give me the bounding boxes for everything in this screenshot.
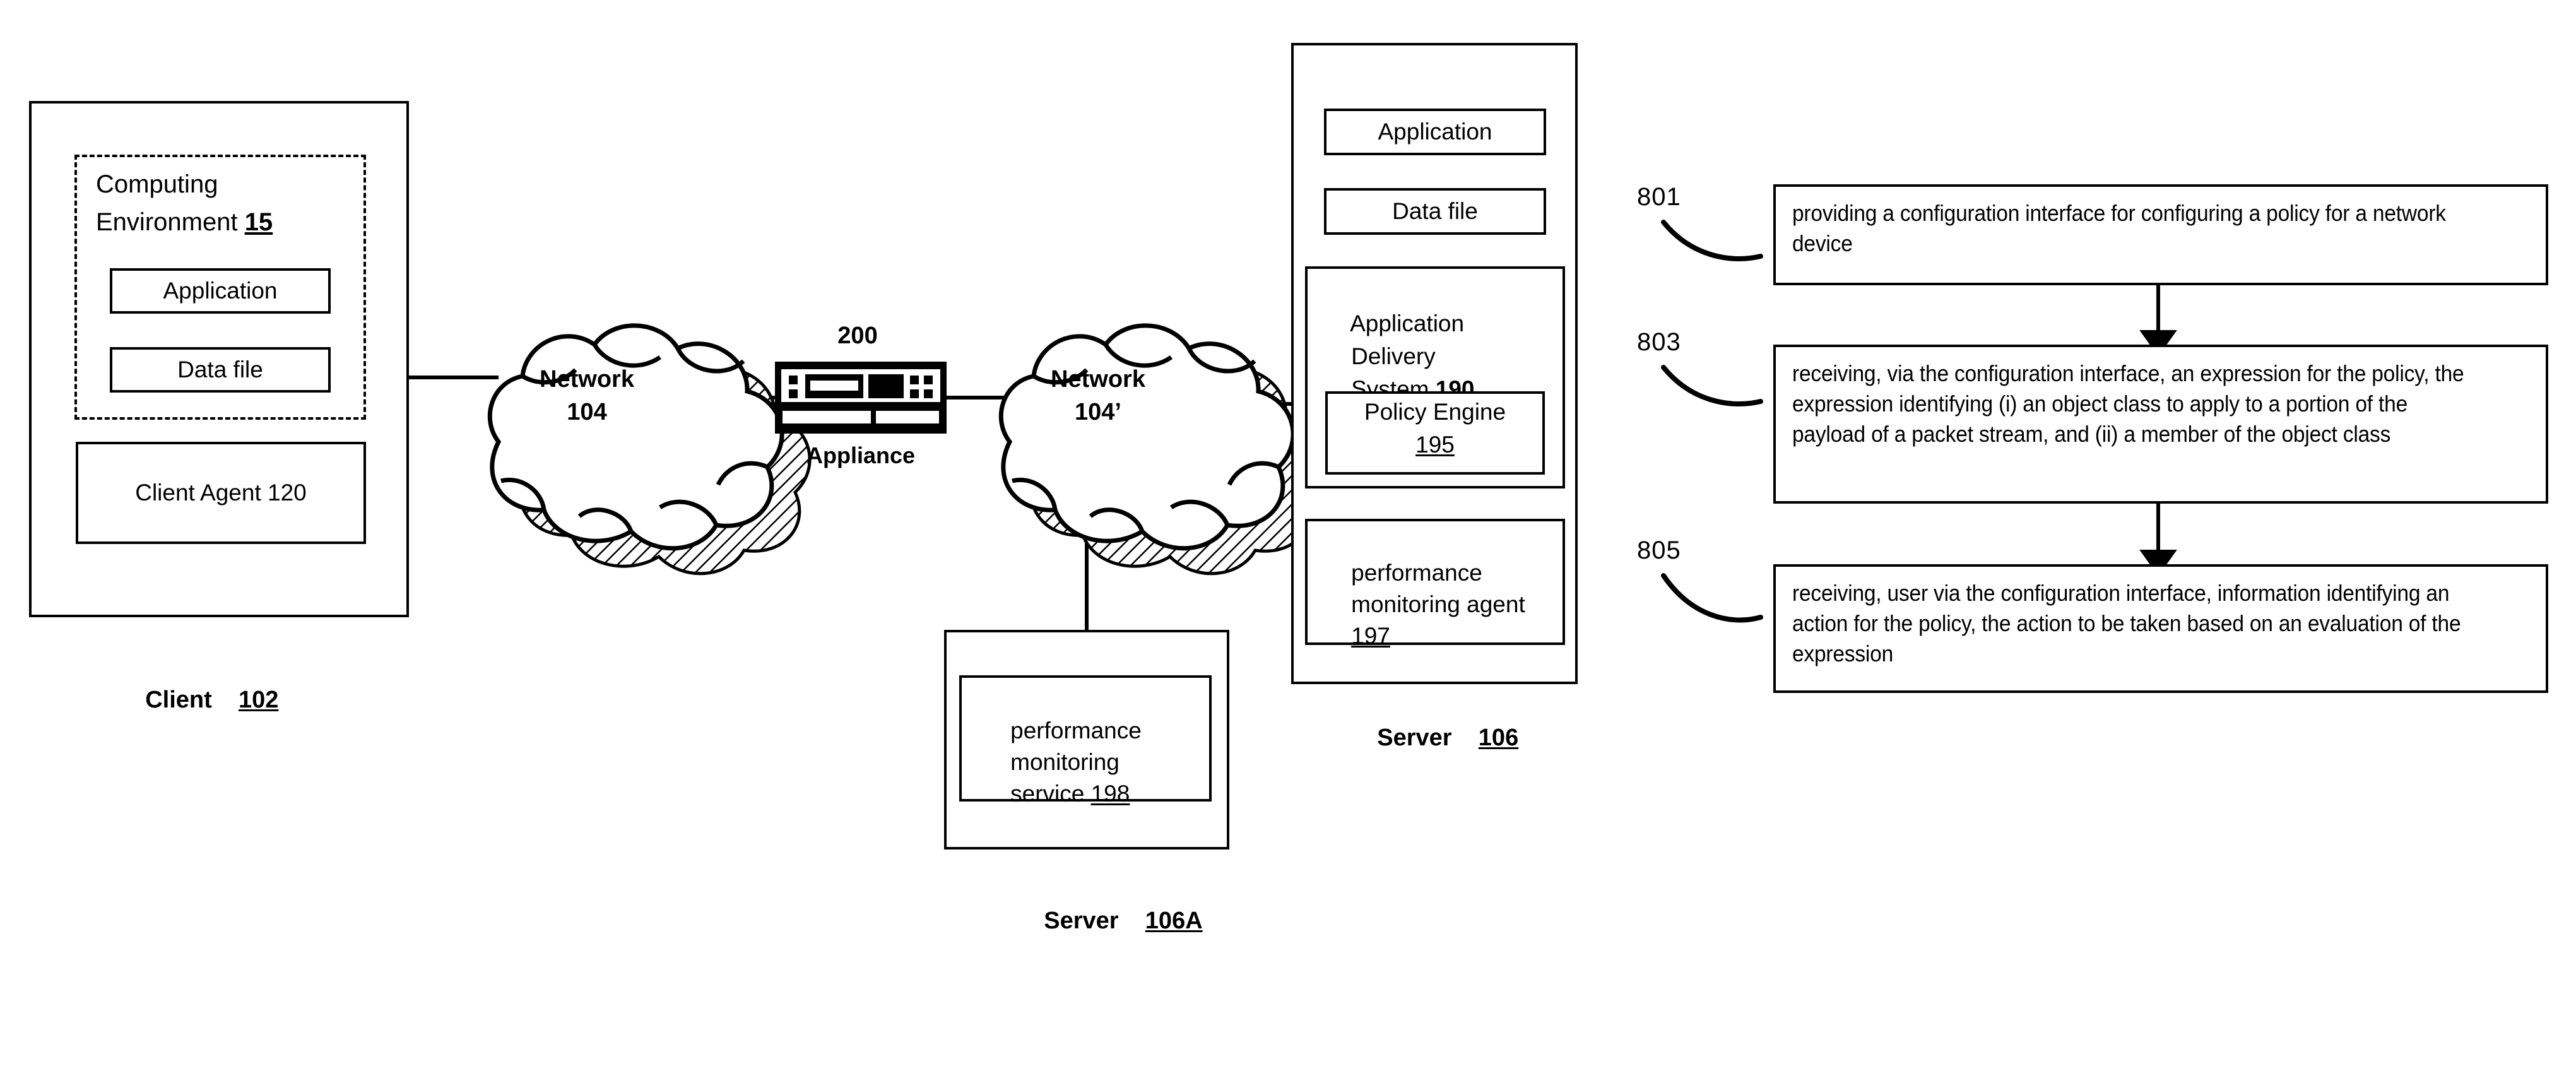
- computing-environment-title-line2: Environment 15: [96, 208, 273, 236]
- appliance-caption: Appliance: [806, 442, 916, 469]
- appliance-ref: 200: [837, 322, 878, 349]
- network104prime-name: Network: [1051, 365, 1145, 393]
- leader-line-805: [1661, 573, 1763, 623]
- leader-line-803: [1661, 365, 1763, 407]
- perf-service-ref: 198: [1090, 781, 1130, 807]
- client-box-ref: 102: [239, 687, 279, 714]
- perf-agent-ref: 197: [1351, 623, 1390, 649]
- flow-ref-803: 803: [1637, 328, 1681, 356]
- client-agent-box: Client Agent 120: [76, 442, 366, 544]
- client-box-caption: Client 102: [145, 687, 279, 714]
- policy-engine-label: Policy Engine: [1364, 399, 1506, 425]
- flow-step-803-box: receiving, via the configuration interfa…: [1773, 345, 2548, 504]
- computing-environment-title: Computing: [96, 170, 218, 198]
- appliance-device-icon: [775, 362, 947, 434]
- server106-application-label: Application: [1378, 119, 1492, 145]
- network104-ref: 104: [567, 398, 607, 425]
- network104prime-ref: 104’: [1075, 398, 1121, 425]
- server106a-caption: Server 106A: [1044, 908, 1203, 935]
- client-data-file-box: Data file: [110, 347, 331, 393]
- figure-canvas: Computing Environment 15 Application Dat…: [0, 0, 2576, 1083]
- client-application-label: Application: [163, 278, 278, 304]
- policy-engine-ref: 195: [1415, 432, 1455, 458]
- server106-data-file-label: Data file: [1392, 198, 1478, 224]
- server106-data-file-box: Data file: [1324, 188, 1546, 235]
- flow-step-805-box: receiving, user via the configuration in…: [1773, 564, 2548, 693]
- perf-service-line3: service 198: [1010, 781, 1130, 807]
- flow-ref-805: 805: [1637, 536, 1681, 564]
- flow-step-803-text: receiving, via the configuration interfa…: [1792, 360, 2470, 447]
- leader-line-801: [1661, 220, 1763, 262]
- flow-step-801-text: providing a configuration interface for …: [1792, 200, 2452, 256]
- network104-name: Network: [540, 365, 634, 393]
- computing-environment-ref: 15: [244, 208, 273, 236]
- server106a-ref: 106A: [1145, 908, 1203, 935]
- client-agent-label: Client Agent 120: [135, 480, 307, 506]
- flow-step-805-text: receiving, user via the configuration in…: [1792, 580, 2467, 666]
- server106-application-box: Application: [1324, 109, 1546, 155]
- client-data-file-label: Data file: [177, 357, 263, 382]
- server106-caption: Server 106: [1377, 725, 1519, 752]
- flow-step-801-box: providing a configuration interface for …: [1773, 184, 2548, 285]
- client-application-box: Application: [110, 268, 331, 314]
- server106-ref: 106: [1478, 725, 1519, 752]
- flow-ref-801: 801: [1637, 183, 1681, 211]
